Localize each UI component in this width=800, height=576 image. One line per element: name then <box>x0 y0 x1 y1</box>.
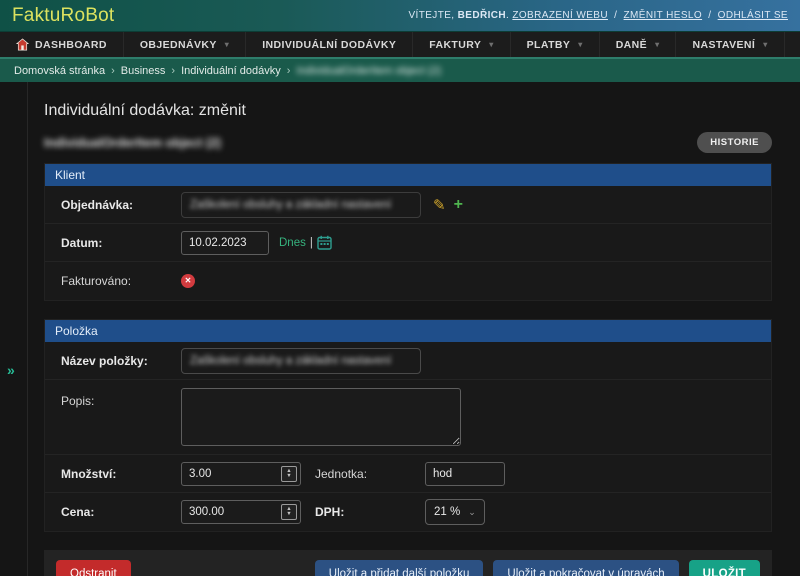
object-name-obscured: IndividualOrderItem object (2) <box>44 136 221 150</box>
dph-select[interactable]: 21 % ⌄ <box>425 499 485 525</box>
field-row-nazev: Název položky: Zaškolení obsluhy a zákla… <box>45 342 771 380</box>
chevron-down-icon: ▾ <box>655 40 659 49</box>
objednavka-label: Objednávka: <box>61 198 181 212</box>
page-title: Individuální dodávka: změnit <box>44 102 772 120</box>
username: BEDŘICH <box>458 10 506 21</box>
save-add-another-button[interactable]: Uložit a přidat další položku <box>315 560 484 576</box>
breadcrumb-individualni-dodavky[interactable]: Individuální dodávky <box>181 65 281 77</box>
nav-item-nastaveni[interactable]: NASTAVENÍ ▾ <box>676 32 784 57</box>
main-content: Individuální dodávka: změnit IndividualO… <box>28 82 800 576</box>
save-button[interactable]: ULOŽIT <box>689 560 760 576</box>
datum-input[interactable] <box>181 231 269 255</box>
field-row-popis: Popis: <box>45 380 771 455</box>
main-nav: DASHBOARD OBJEDNÁVKY ▾ INDIVIDUÁLNÍ DODÁ… <box>0 32 800 59</box>
fieldset-klient: Klient Objednávka: Zaškolení obsluhy a z… <box>44 163 772 301</box>
jednotka-label: Jednotka: <box>315 467 425 481</box>
mnozstvi-stepper: ▲ ▼ <box>181 462 301 486</box>
welcome-text: VÍTEJTE, <box>408 10 454 21</box>
submit-row: Odstranit Uložit a přidat další položku … <box>44 550 772 576</box>
objednavka-select[interactable]: Zaškolení obsluhy a základní nastavení <box>181 192 421 218</box>
add-icon[interactable]: + <box>454 197 463 213</box>
nav-item-individualni-dodavky[interactable]: INDIVIDUÁLNÍ DODÁVKY <box>246 32 413 57</box>
chevron-down-icon: ▾ <box>578 40 582 49</box>
logout-link[interactable]: ODHLÁSIT SE <box>718 10 788 21</box>
chevron-down-icon: ▾ <box>225 40 229 49</box>
sidebar-collapsed-strip: » <box>0 82 28 576</box>
edit-icon[interactable]: ✎ <box>433 196 446 214</box>
history-button[interactable]: HISTORIE <box>697 132 772 153</box>
fieldset-polozka: Položka Název položky: Zaškolení obsluhy… <box>44 319 772 532</box>
dph-label: DPH: <box>315 505 425 519</box>
change-password-link[interactable]: ZMĚNIT HESLO <box>624 10 703 21</box>
fieldset-polozka-legend: Položka <box>45 320 771 342</box>
sidebar-toggle[interactable]: » <box>7 362 15 378</box>
nav-item-platby[interactable]: PLATBY ▾ <box>511 32 600 57</box>
spinner-icon[interactable]: ▲ ▼ <box>281 466 297 482</box>
view-site-link[interactable]: ZOBRAZENÍ WEBU <box>512 10 608 21</box>
nazev-label: Název položky: <box>61 354 181 368</box>
datum-label: Datum: <box>61 236 181 250</box>
field-row-fakturovano: Fakturováno: ✕ <box>45 262 771 300</box>
breadcrumb-business[interactable]: Business <box>121 65 166 77</box>
breadcrumb-current-obscured: IndividualOrderItem object (2) <box>296 65 441 77</box>
field-row-objednavka: Objednávka: Zaškolení obsluhy a základní… <box>45 186 771 224</box>
cena-label: Cena: <box>61 505 181 519</box>
user-tools: VÍTEJTE, BEDŘICH. ZOBRAZENÍ WEBU / ZMĚNI… <box>408 10 788 21</box>
jednotka-input[interactable] <box>425 462 505 486</box>
delete-button[interactable]: Odstranit <box>56 560 131 576</box>
chevron-down-icon: ▾ <box>763 40 767 49</box>
popis-textarea[interactable] <box>181 388 461 446</box>
field-row-cena-dph: Cena: ▲ ▼ DPH: 21 % ⌄ <box>45 493 771 531</box>
field-row-datum: Datum: Dnes | <box>45 224 771 262</box>
chevron-down-icon: ⌄ <box>468 507 476 518</box>
chevron-down-icon: ▾ <box>489 40 493 49</box>
objednavka-value-obscured: Zaškolení obsluhy a základní nastavení <box>190 199 391 211</box>
save-continue-button[interactable]: Uložit a pokračovat v úpravách <box>493 560 678 576</box>
content-wrap: » Individuální dodávka: změnit Individua… <box>0 82 800 576</box>
nazev-value-obscured: Zaškolení obsluhy a základní nastavení <box>190 355 391 367</box>
today-shortcut[interactable]: Dnes <box>279 237 306 249</box>
app-header: FaktuRoBot VÍTEJTE, BEDŘICH. ZOBRAZENÍ W… <box>0 0 800 32</box>
fieldset-klient-legend: Klient <box>45 164 771 186</box>
dph-selected-value: 21 % <box>434 506 460 518</box>
breadcrumb: Domovská stránka › Business › Individuál… <box>0 59 800 82</box>
fakturovano-label: Fakturováno: <box>61 274 181 288</box>
spinner-icon[interactable]: ▲ ▼ <box>281 504 297 520</box>
breadcrumb-home[interactable]: Domovská stránka <box>14 65 105 77</box>
calendar-icon[interactable] <box>317 235 332 250</box>
nav-item-dane[interactable]: DANĚ ▾ <box>600 32 677 57</box>
nav-item-dashboard[interactable]: DASHBOARD <box>0 32 124 57</box>
object-tools-row: IndividualOrderItem object (2) HISTORIE <box>44 132 772 153</box>
cena-stepper: ▲ ▼ <box>181 500 301 524</box>
nav-item-objednavky[interactable]: OBJEDNÁVKY ▾ <box>124 32 246 57</box>
mnozstvi-label: Množství: <box>61 467 181 481</box>
invoiced-false-icon: ✕ <box>181 274 195 288</box>
save-buttons-group: Uložit a přidat další položku Uložit a p… <box>315 560 760 576</box>
popis-label: Popis: <box>61 388 181 408</box>
field-row-mnozstvi-jednotka: Množství: ▲ ▼ Jednotka: <box>45 455 771 493</box>
nav-item-faktury[interactable]: FAKTURY ▾ <box>413 32 510 57</box>
nazev-input[interactable]: Zaškolení obsluhy a základní nastavení <box>181 348 421 374</box>
app-logo[interactable]: FaktuRoBot <box>12 5 114 27</box>
home-icon <box>16 38 29 51</box>
